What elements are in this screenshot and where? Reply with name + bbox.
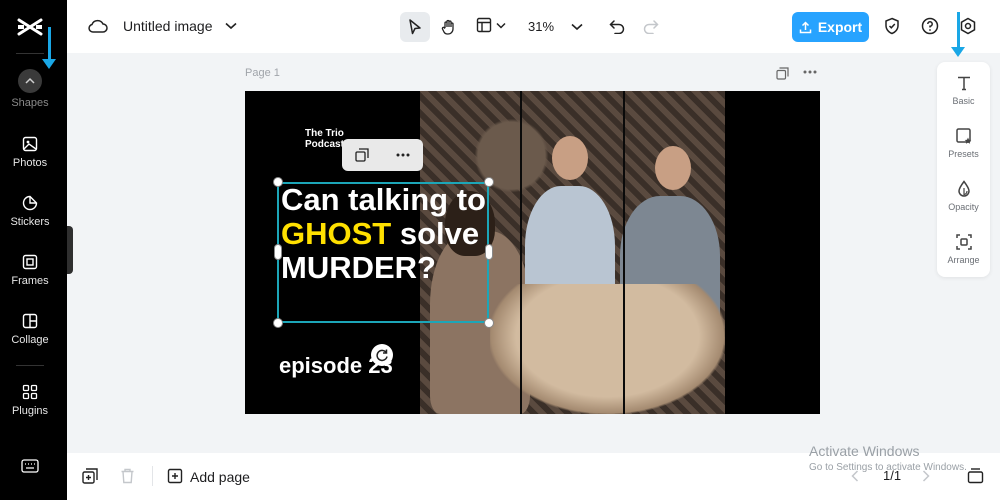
- panel-item-presets[interactable]: Presets: [937, 127, 990, 159]
- cursor-icon: [409, 19, 421, 35]
- resize-handle[interactable]: [273, 177, 283, 187]
- annotation-arrow: [951, 12, 965, 57]
- pages-panel-icon[interactable]: [967, 467, 984, 484]
- sidebar-item-label: Photos: [12, 157, 48, 169]
- hand-tool-button[interactable]: [434, 12, 464, 42]
- floating-toolbar: [342, 139, 423, 171]
- selection-box[interactable]: [277, 182, 489, 323]
- photo-divider: [520, 91, 522, 414]
- add-layer-icon[interactable]: [82, 468, 98, 484]
- sidebar-item-label: Shapes: [11, 97, 49, 109]
- sidebar-item-label: Collage: [11, 334, 49, 346]
- resize-handle[interactable]: [273, 318, 283, 328]
- add-page-button[interactable]: Add page: [167, 468, 250, 485]
- panel-item-label: Presets: [948, 149, 979, 159]
- sidebar-collapse-handle[interactable]: [67, 226, 73, 274]
- add-page-label: Add page: [190, 468, 250, 485]
- copy-icon[interactable]: [355, 148, 369, 162]
- person-head: [552, 136, 588, 180]
- help-icon[interactable]: [921, 17, 939, 35]
- person-head: [655, 146, 691, 190]
- watermark-subtitle: Go to Settings to activate Windows.: [809, 462, 967, 473]
- settings-icon[interactable]: [959, 17, 977, 35]
- sidebar-item-stickers[interactable]: Stickers: [0, 195, 60, 228]
- annotation-arrow: [42, 27, 56, 69]
- select-tool-button[interactable]: [400, 12, 430, 42]
- trash-icon[interactable]: [120, 468, 135, 484]
- editor-app: Shapes Photos Stickers Frames Collage Pl…: [0, 0, 1000, 500]
- export-button[interactable]: Export: [792, 12, 869, 42]
- arrange-icon: [955, 234, 972, 250]
- sidebar-item-collage[interactable]: Collage: [0, 313, 60, 346]
- sidebar-item-label: Plugins: [11, 405, 49, 417]
- upload-icon: [799, 20, 812, 33]
- image-icon: [22, 136, 38, 152]
- page-label: Page 1: [245, 67, 280, 79]
- capcut-logo-icon[interactable]: [17, 16, 43, 38]
- rotate-icon: [376, 349, 388, 362]
- collapse-up-button[interactable]: [18, 69, 42, 93]
- text-icon: [957, 76, 970, 91]
- photo-divider: [623, 91, 625, 414]
- zoom-chevron-down-icon[interactable]: [571, 23, 583, 31]
- design-page[interactable]: The Trio Podcast Can talking to GHOST so…: [245, 91, 820, 414]
- panel-item-label: Arrange: [947, 255, 980, 265]
- document-title[interactable]: Untitled image: [123, 18, 213, 34]
- left-sidebar: Shapes Photos Stickers Frames Collage Pl…: [0, 0, 67, 500]
- panel-item-opacity[interactable]: Opacity: [937, 180, 990, 212]
- round-table: [490, 284, 725, 414]
- panel-item-label: Opacity: [948, 202, 979, 212]
- resize-handle-side[interactable]: [274, 244, 282, 260]
- grid-icon: [22, 384, 38, 400]
- droplet-icon: [957, 180, 970, 197]
- chevron-up-icon: [25, 77, 35, 84]
- more-options-icon[interactable]: [396, 153, 410, 157]
- panel-item-basic[interactable]: Basic: [937, 74, 990, 106]
- toolbar-divider: [152, 466, 153, 486]
- sticker-icon: [22, 195, 38, 211]
- sidebar-item-photos[interactable]: Photos: [0, 136, 60, 169]
- collage-icon: [22, 313, 38, 329]
- layout-button[interactable]: [476, 17, 506, 33]
- zoom-level[interactable]: 31%: [528, 19, 554, 34]
- hand-icon: [441, 19, 454, 35]
- activation-watermark: Activate Windows Go to Settings to activ…: [809, 443, 967, 473]
- watermark-title: Activate Windows: [809, 443, 920, 459]
- sidebar-item-shapes[interactable]: Shapes: [0, 97, 60, 109]
- more-options-icon[interactable]: [803, 70, 817, 74]
- right-properties-panel: Basic Presets Opacity Arrange: [937, 62, 990, 277]
- sidebar-item-label: Frames: [11, 275, 49, 287]
- redo-icon[interactable]: [643, 19, 659, 34]
- chevron-down-icon: [496, 22, 506, 29]
- rotate-handle[interactable]: [371, 344, 393, 366]
- sidebar-item-frames[interactable]: Frames: [0, 254, 60, 287]
- panel-item-label: Basic: [952, 96, 975, 106]
- keyboard-icon[interactable]: [21, 459, 39, 473]
- export-label: Export: [817, 19, 863, 35]
- layout-icon: [476, 17, 492, 33]
- add-page-icon: [167, 468, 183, 484]
- sidebar-divider: [16, 365, 44, 366]
- sidebar-item-label: Stickers: [10, 216, 50, 228]
- resize-handle-side[interactable]: [485, 244, 493, 260]
- panel-item-arrange[interactable]: Arrange: [937, 233, 990, 265]
- resize-handle[interactable]: [484, 177, 494, 187]
- resize-handle[interactable]: [484, 318, 494, 328]
- presets-icon: [955, 128, 971, 144]
- cloud-icon[interactable]: [88, 18, 108, 34]
- sidebar-divider: [16, 53, 44, 54]
- shield-icon[interactable]: [884, 17, 900, 35]
- duplicate-page-icon[interactable]: [776, 67, 789, 80]
- undo-icon[interactable]: [609, 19, 625, 34]
- frame-icon: [22, 254, 38, 270]
- sidebar-item-plugins[interactable]: Plugins: [0, 384, 60, 417]
- chevron-down-icon[interactable]: [225, 22, 237, 30]
- top-toolbar: Untitled image 31% Export: [67, 0, 1000, 53]
